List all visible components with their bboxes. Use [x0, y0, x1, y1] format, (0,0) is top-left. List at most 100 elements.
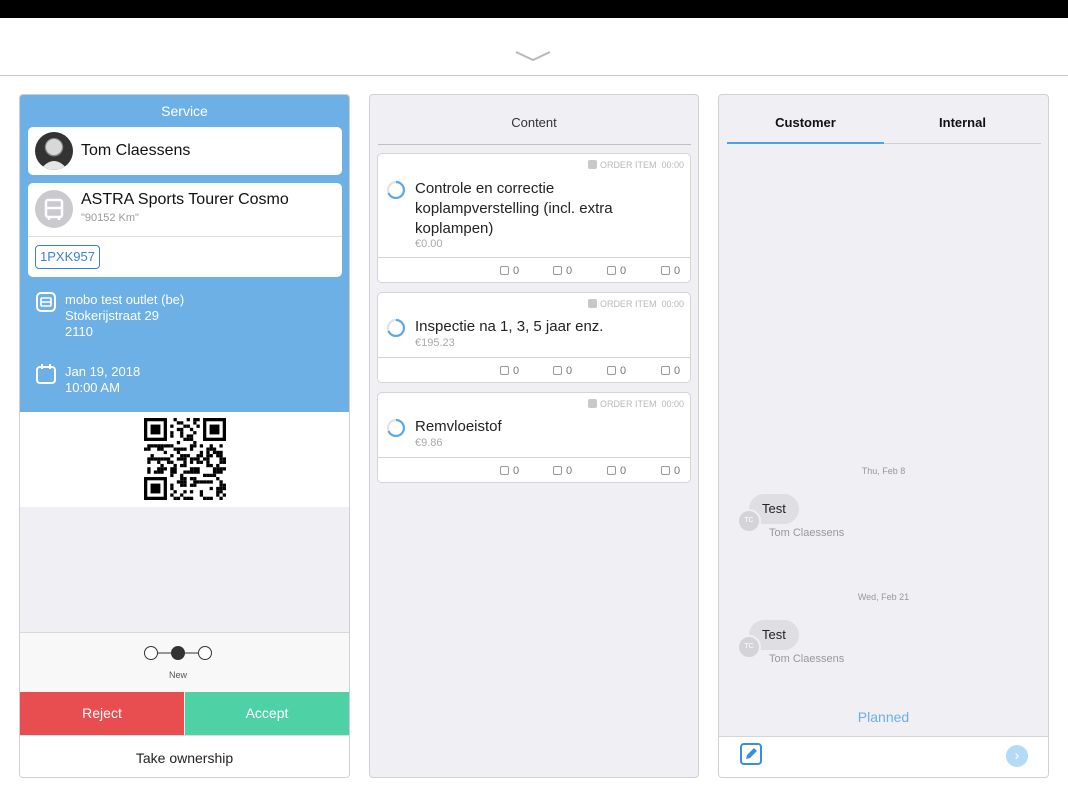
vehicle-name: ASTRA Sports Tourer Cosmo [81, 191, 289, 208]
qr-code [144, 418, 226, 500]
video-count[interactable]: 0 [661, 265, 680, 277]
status-step-dot [144, 646, 158, 660]
note-icon [607, 366, 616, 375]
divider [28, 236, 342, 237]
divider [378, 144, 691, 145]
upload-icon [553, 466, 562, 475]
order-item-time: 00:00 [661, 160, 684, 170]
image-icon [500, 366, 509, 375]
note-icon [607, 266, 616, 275]
avatar: TC [737, 509, 761, 533]
appointment-info: Jan 19, 2018 10:00 AM [65, 364, 140, 396]
avatar [35, 132, 73, 170]
upload-count[interactable]: 0 [553, 365, 572, 377]
chat-composer: › [719, 736, 1048, 777]
progress-spinner-icon [386, 418, 406, 438]
note-count[interactable]: 0 [607, 365, 626, 377]
message-sender: Tom Claessens [769, 653, 845, 665]
video-count[interactable]: 0 [661, 365, 680, 377]
send-icon[interactable]: › [1006, 745, 1028, 767]
order-item-title: Inspectie na 1, 3, 5 jaar enz. [415, 318, 604, 335]
reject-button[interactable]: Reject [20, 692, 184, 735]
order-item-tag: ORDER ITEM 00:00 [587, 160, 684, 170]
note-count[interactable]: 0 [607, 465, 626, 477]
order-item-time: 00:00 [661, 399, 684, 409]
outlet-info: mobo test outlet (be) Stokerijstraat 29 … [65, 292, 184, 340]
car-icon [35, 190, 73, 228]
vehicle-card[interactable]: ASTRA Sports Tourer Cosmo "90152 Km" 1PX… [28, 183, 342, 277]
customer-name: Tom Claessens [81, 142, 191, 159]
divider [884, 143, 1041, 144]
video-icon [661, 266, 670, 275]
accept-button[interactable]: Accept [185, 692, 349, 735]
upload-icon [553, 266, 562, 275]
take-ownership-button[interactable]: Take ownership [20, 735, 349, 777]
upload-count[interactable]: 0 [553, 465, 572, 477]
order-item-price: €0.00 [415, 238, 443, 250]
order-item[interactable]: ORDER ITEM 00:00 Inspectie na 1, 3, 5 ja… [377, 292, 691, 383]
status-step-dot [198, 646, 212, 660]
service-title: Service [161, 103, 208, 119]
chat-status: Planned [857, 709, 910, 725]
customer-card[interactable]: Tom Claessens [28, 127, 342, 175]
outlet-zip: 2110 [65, 324, 93, 339]
chevron-down-icon[interactable] [514, 49, 552, 63]
license-plate: 1PXK957 [35, 245, 100, 269]
compose-icon[interactable] [740, 743, 762, 765]
tab-customer[interactable]: Customer [727, 115, 884, 130]
order-item[interactable]: ORDER ITEM 00:00 Remvloeistof €9.86 0 0 … [377, 392, 691, 483]
order-item-tag: ORDER ITEM 00:00 [587, 299, 684, 309]
order-item-price: €195.23 [415, 337, 455, 349]
status-stepper: New [20, 632, 349, 692]
outlet-name: mobo test outlet (be) [65, 292, 185, 307]
upload-count[interactable]: 0 [553, 265, 572, 277]
chat-panel: Customer Internal Thu, Feb 8 Test TC Tom… [718, 94, 1049, 778]
service-panel: Service Tom Claessens ASTRA Sports Toure… [19, 94, 350, 778]
appointment-date: Jan 19, 2018 [65, 364, 141, 379]
order-item-title: Controle en correctie koplampverstelling… [415, 180, 613, 237]
order-item-tag: ORDER ITEM 00:00 [587, 399, 684, 409]
status-bar [0, 0, 1068, 18]
message-sender: Tom Claessens [769, 527, 845, 539]
order-item-type: ORDER ITEM [599, 299, 657, 309]
status-label: New [168, 670, 187, 680]
content-panel: Content ORDER ITEM 00:00 Controle en cor… [369, 94, 699, 778]
order-item-footer: 0 0 0 0 [378, 257, 690, 282]
checkbox-icon [587, 399, 597, 408]
image-icon [500, 466, 509, 475]
order-item[interactable]: ORDER ITEM 00:00 Controle en correctie k… [377, 153, 691, 283]
order-item-type: ORDER ITEM [599, 160, 657, 170]
order-item-time: 00:00 [661, 299, 684, 309]
outlet-icon [36, 292, 56, 312]
attachment-count[interactable]: 0 [500, 265, 519, 277]
attachment-count[interactable]: 0 [500, 465, 519, 477]
status-step-dot [171, 646, 185, 660]
video-icon [661, 366, 670, 375]
note-icon [607, 466, 616, 475]
service-header: Service Tom Claessens ASTRA Sports Toure… [20, 95, 349, 412]
video-count[interactable]: 0 [661, 465, 680, 477]
note-count[interactable]: 0 [607, 265, 626, 277]
calendar-icon [36, 364, 56, 384]
sheet-header [0, 18, 1068, 76]
order-item-footer: 0 0 0 0 [378, 357, 690, 382]
tab-internal[interactable]: Internal [884, 115, 1041, 130]
image-icon [500, 266, 509, 275]
progress-spinner-icon [386, 318, 406, 338]
attachment-count[interactable]: 0 [500, 365, 519, 377]
video-icon [661, 466, 670, 475]
vehicle-mileage: "90152 Km" [81, 212, 139, 224]
checkbox-icon [587, 160, 597, 169]
date-separator: Thu, Feb 8 [861, 466, 906, 476]
order-item-title: Remvloeistof [415, 418, 502, 435]
outlet-street: Stokerijstraat 29 [65, 308, 159, 323]
status-progress [144, 646, 212, 660]
order-item-price: €9.86 [415, 437, 443, 449]
checkbox-icon [587, 299, 597, 308]
active-tab-indicator [727, 142, 884, 144]
order-item-type: ORDER ITEM [599, 399, 657, 409]
qr-area [20, 412, 349, 507]
order-item-footer: 0 0 0 0 [378, 457, 690, 482]
progress-spinner-icon [386, 180, 406, 200]
appointment-time: 10:00 AM [65, 380, 120, 395]
